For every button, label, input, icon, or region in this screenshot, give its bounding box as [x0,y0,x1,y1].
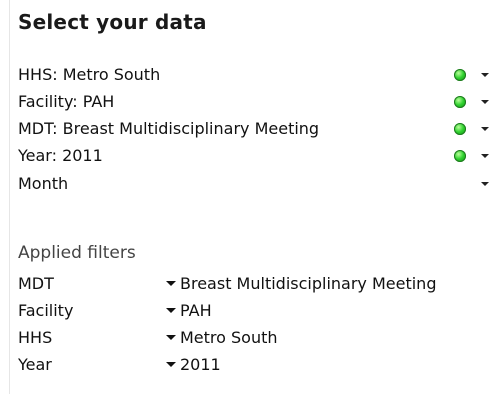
applied-filters-title: Applied filters [18,243,136,263]
applied-filter-name: MDT [18,274,54,293]
chevron-down-icon[interactable] [166,308,176,313]
panel-title: Select your data [18,10,207,34]
applied-filter-value: PAH [180,301,212,320]
chevron-down-icon[interactable] [481,154,489,158]
selector-year[interactable]: Year: 2011 [18,143,489,170]
applied-filter-name: Year [18,355,52,374]
applied-filter-year[interactable]: Year 2011 [18,352,478,379]
chevron-down-icon[interactable] [166,362,176,367]
applied-filter-value: 2011 [180,355,221,374]
selector-month[interactable]: Month [18,171,489,198]
selector-hhs-label: HHS: Metro South [18,65,161,84]
selector-facility-label: Facility: PAH [18,92,115,111]
selector-month-label: Month [18,174,69,193]
selector-facility[interactable]: Facility: PAH [18,89,489,116]
data-selection-panel: Select your data HHS: Metro South Facili… [9,0,493,394]
green-dot-icon [454,150,466,162]
green-dot-icon [454,123,466,135]
green-dot-icon [454,96,466,108]
applied-filter-name: HHS [18,328,53,347]
applied-filter-value: Metro South [180,328,278,347]
selector-hhs[interactable]: HHS: Metro South [18,62,489,89]
selector-mdt[interactable]: MDT: Breast Multidisciplinary Meeting [18,116,489,143]
chevron-down-icon[interactable] [481,127,489,131]
applied-filter-mdt[interactable]: MDT Breast Multidisciplinary Meeting [18,271,478,298]
selector-mdt-label: MDT: Breast Multidisciplinary Meeting [18,119,320,138]
applied-filter-facility[interactable]: Facility PAH [18,298,478,325]
selector-year-label: Year: 2011 [18,146,103,165]
chevron-down-icon[interactable] [166,281,176,286]
applied-filter-value: Breast Multidisciplinary Meeting [180,274,437,293]
chevron-down-icon[interactable] [166,335,176,340]
applied-filter-name: Facility [18,301,74,320]
chevron-down-icon[interactable] [481,100,489,104]
applied-filter-hhs[interactable]: HHS Metro South [18,325,478,352]
chevron-down-icon[interactable] [481,182,489,186]
chevron-down-icon[interactable] [481,73,489,77]
green-dot-icon [454,69,466,81]
